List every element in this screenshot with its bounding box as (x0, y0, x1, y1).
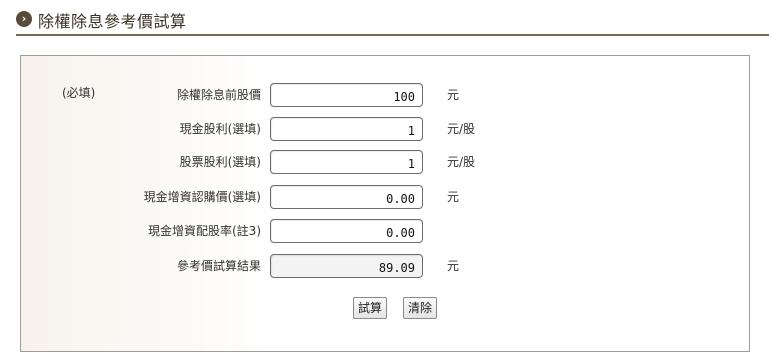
result-label: 參考價試算結果 (176, 259, 261, 273)
result-output (270, 254, 423, 278)
subscription-price-unit: 元 (447, 190, 460, 204)
calculate-button[interactable]: 試算 (353, 297, 388, 319)
subscription-ratio-label: 現金增資配股率(註3) (148, 224, 261, 238)
clear-button[interactable]: 清除 (403, 297, 438, 319)
subscription-price-label: 現金增資認購價(選填) (143, 190, 261, 204)
result-unit: 元 (447, 259, 460, 273)
pre-price-unit: 元 (447, 88, 460, 102)
pre-price-label: 除權除息前股價 (176, 88, 261, 102)
required-note: (必填) (62, 86, 96, 100)
pre-price-input[interactable] (270, 83, 423, 107)
stock-dividend-unit: 元/股 (447, 155, 476, 169)
stock-dividend-label: 股票股利(選填) (179, 155, 261, 169)
chevron-right-circle-icon: › (16, 11, 32, 27)
cash-dividend-label: 現金股利(選填) (179, 122, 261, 136)
page-title: 除權除息參考價試算 (38, 12, 187, 31)
page-header: › 除權除息參考價試算 (16, 6, 769, 36)
subscription-ratio-input[interactable] (270, 219, 423, 243)
subscription-price-input[interactable] (270, 185, 423, 209)
stock-dividend-input[interactable] (270, 150, 423, 174)
cash-dividend-input[interactable] (270, 117, 423, 141)
cash-dividend-unit: 元/股 (447, 122, 476, 136)
